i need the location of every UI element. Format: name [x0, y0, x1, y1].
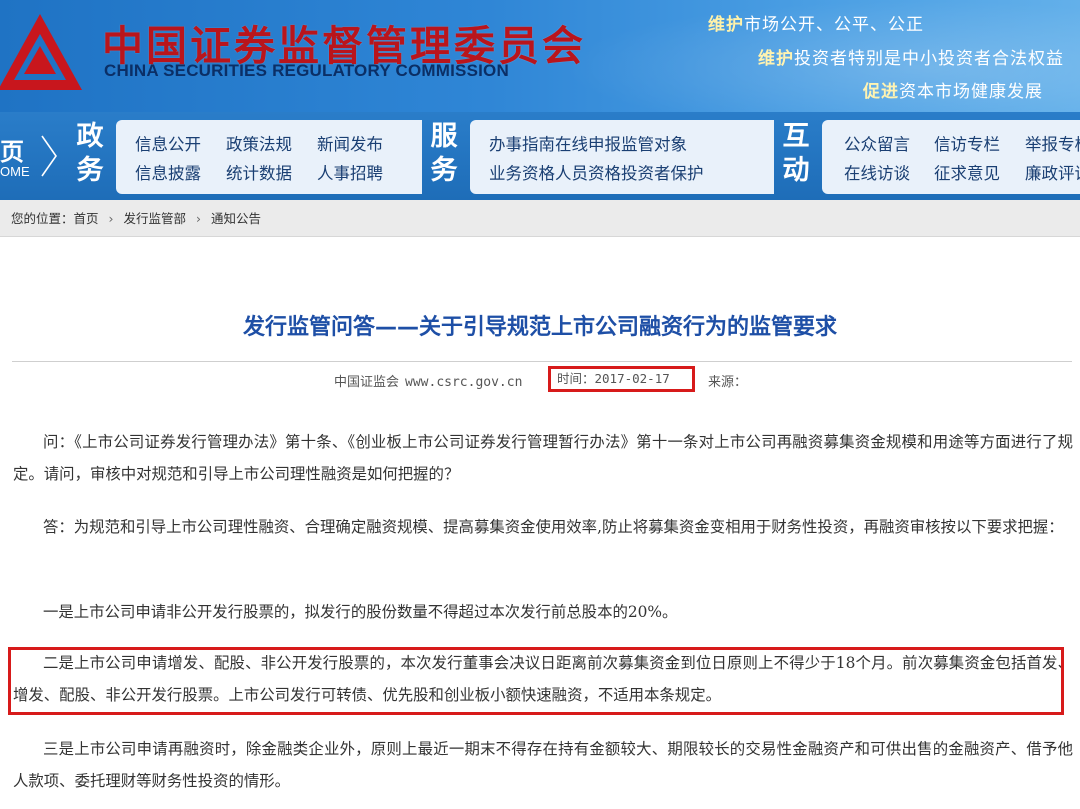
nav-link-consultation[interactable]: 征求意见: [934, 160, 1000, 184]
nav-link-statistics[interactable]: 统计数据: [226, 160, 292, 184]
article-date-highlighted: 时间：2017-02-17: [548, 366, 695, 392]
nav-panel-government: 信息公开 政策法规 新闻发布 信息披露 统计数据 人事招聘: [116, 120, 422, 194]
nav-home-link[interactable]: 页 OME: [0, 112, 62, 200]
nav-link-petition[interactable]: 信访专栏: [934, 131, 1000, 155]
article-paragraph-rule-1: 一是上市公司申请非公开发行股票的，拟发行的股份数量不得超过本次发行前总股本的20…: [43, 603, 678, 621]
article-source: 中国证监会 www.csrc.gov.cn: [334, 375, 523, 390]
nav-link-info-public[interactable]: 信息公开: [135, 131, 201, 155]
article-paragraph-question: 问：《上市公司证券发行管理办法》第十条、《创业板上市公司证券发行管理暂行办法》第…: [13, 433, 1073, 483]
nav-link-business-qualification[interactable]: 业务资格: [489, 160, 555, 184]
csrc-logo-icon[interactable]: [0, 8, 86, 100]
breadcrumb-current[interactable]: 通知公告: [211, 211, 261, 226]
nav-link-online-filing[interactable]: 在线申报: [555, 131, 621, 155]
nav-section-interaction[interactable]: 互 动: [774, 120, 818, 194]
source-site: www.csrc.gov.cn: [405, 375, 523, 390]
nav-link-regulations[interactable]: 政策法规: [226, 131, 292, 155]
nav-section-government[interactable]: 政 务: [68, 120, 112, 194]
title-divider: [12, 361, 1072, 362]
nav-link-report[interactable]: 举报专栏: [1025, 131, 1080, 155]
chevron-right-icon: [41, 135, 57, 177]
site-title-english: CHINA SECURITIES REGULATORY COMMISSION: [104, 61, 509, 80]
nav-link-disclosure[interactable]: 信息披露: [135, 160, 201, 184]
nav-link-investor-protection[interactable]: 投资者保护: [621, 160, 704, 184]
breadcrumb-department[interactable]: 发行监管部: [124, 211, 187, 226]
nav-link-online-interview[interactable]: 在线访谈: [844, 160, 910, 184]
nav-link-regulated-entities[interactable]: 监管对象: [621, 131, 687, 155]
slogan-2: 维护投资者特别是中小投资者合法权益: [758, 49, 1064, 69]
nav-link-personnel-qualification[interactable]: 人员资格: [555, 160, 621, 184]
nav-link-guide[interactable]: 办事指南: [489, 131, 555, 155]
breadcrumb-prefix: 您的位置：: [11, 211, 74, 226]
nav-link-public-message[interactable]: 公众留言: [844, 131, 910, 155]
nav-panel-interaction: 公众留言 信访专栏 举报专栏 在线访谈 征求意见 廉政评议: [822, 120, 1080, 194]
article-title: 发行监管问答——关于引导规范上市公司融资行为的监管要求: [242, 315, 837, 340]
nav-link-recruitment[interactable]: 人事招聘: [317, 160, 383, 184]
breadcrumb-home[interactable]: 首页: [74, 211, 99, 226]
nav-home-label: 页: [0, 137, 24, 166]
breadcrumb: 您的位置：首页 › 发行监管部 › 通知公告: [0, 200, 1080, 237]
breadcrumb-separator: ›: [108, 211, 114, 226]
slogan-1: 维护市场公开、公平、公正: [708, 15, 924, 35]
nav-link-integrity-review[interactable]: 廉政评议: [1025, 160, 1080, 184]
nav-home-label-en: OME: [0, 164, 30, 179]
site-header: 中国证券监督管理委员会 CHINA SECURITIES REGULATORY …: [0, 0, 1080, 112]
article-paragraph-answer: 答：为规范和引导上市公司理性融资、合理确定融资规模、提高募集资金使用效率,防止将…: [43, 518, 1064, 536]
main-nav: 页 OME 政 务 信息公开 政策法规 新闻发布 信息披露 统计数据 人事招聘 …: [0, 112, 1080, 200]
article-origin-label: 来源：: [708, 375, 748, 390]
slogan-3: 促进资本市场健康发展: [863, 82, 1043, 102]
nav-panel-service: 办事指南 在线申报 监管对象 业务资格 人员资格 投资者保护: [470, 120, 774, 194]
breadcrumb-separator: ›: [196, 211, 202, 226]
nav-link-news[interactable]: 新闻发布: [317, 131, 383, 155]
nav-section-service[interactable]: 服 务: [422, 120, 466, 194]
article-paragraph-rule-2: 二是上市公司申请增发、配股、非公开发行股票的，本次发行董事会决议日距离前次募集资…: [13, 654, 1073, 704]
article-paragraph-rule-3: 三是上市公司申请再融资时，除金融类企业外，原则上最近一期末不得存在持有金额较大、…: [13, 740, 1073, 790]
